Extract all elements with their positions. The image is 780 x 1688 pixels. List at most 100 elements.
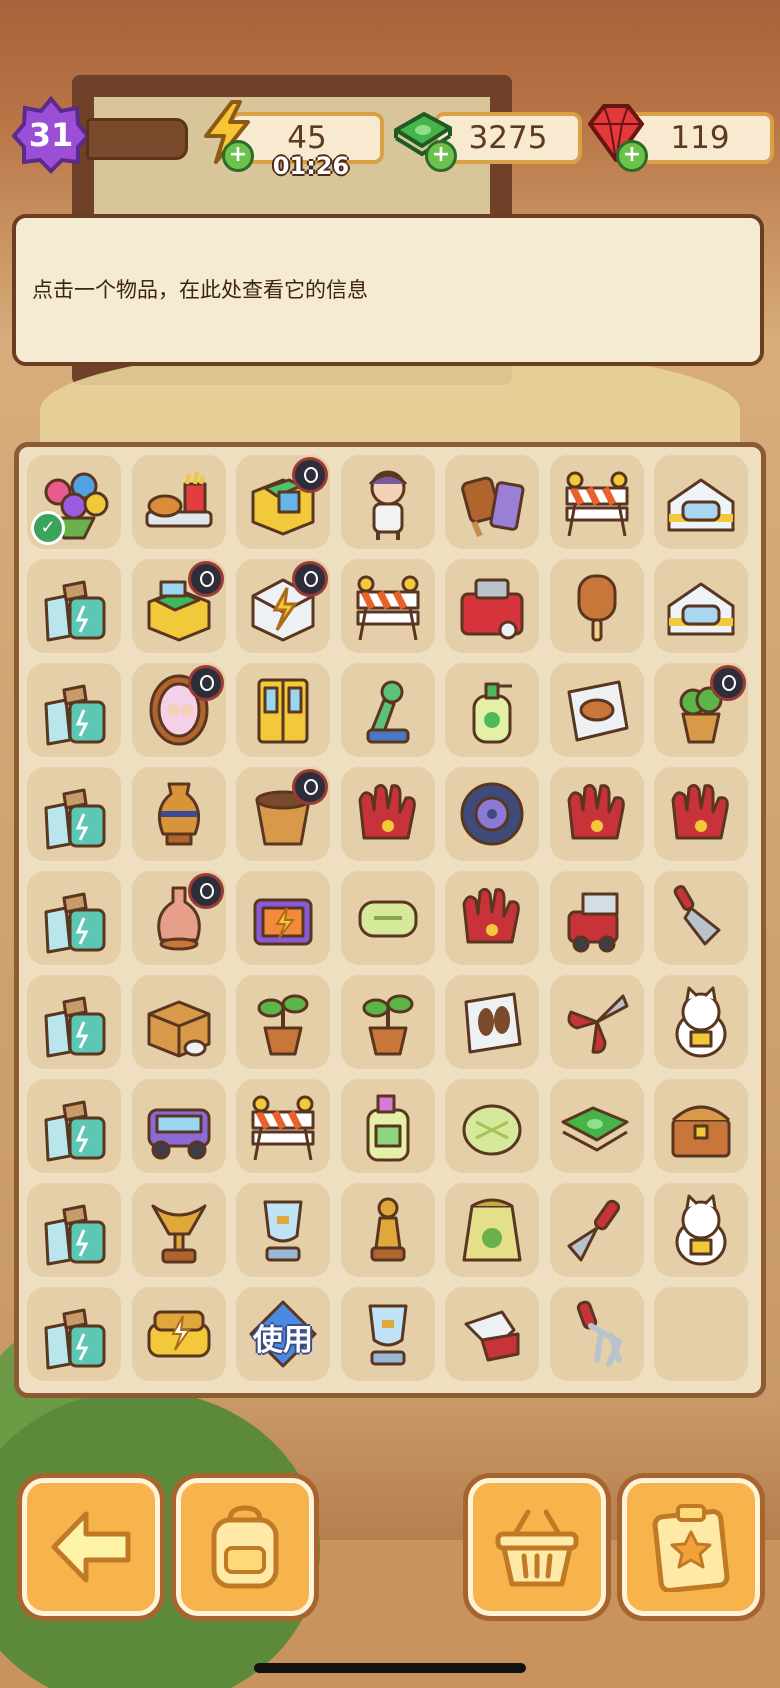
orders-button[interactable] <box>622 1478 760 1616</box>
board-cell[interactable] <box>131 455 226 549</box>
board-cell[interactable] <box>654 559 748 653</box>
board-cell[interactable] <box>654 1079 748 1173</box>
add-cash-button[interactable]: + <box>425 140 457 172</box>
board-cell[interactable] <box>549 1287 644 1381</box>
board-cell[interactable] <box>27 1183 121 1277</box>
star-clipboard-icon <box>652 1504 730 1592</box>
girl-character-icon <box>368 470 407 540</box>
board-cell[interactable] <box>654 663 748 757</box>
board-cell[interactable] <box>549 767 644 861</box>
board-cell[interactable] <box>236 455 330 549</box>
empty-board-cell[interactable] <box>654 1287 748 1381</box>
level-badge[interactable]: 31 <box>12 96 90 174</box>
energy-bottle-box-icon <box>44 892 106 954</box>
board-cell[interactable] <box>445 871 539 965</box>
board-cell[interactable] <box>340 871 435 965</box>
board-cell[interactable] <box>340 767 435 861</box>
board-cell[interactable] <box>131 559 226 653</box>
road-barrier-icon <box>565 471 628 537</box>
energy-bottle-box-icon <box>44 996 106 1058</box>
board-cell[interactable] <box>445 455 539 549</box>
board-cell[interactable] <box>131 1287 226 1381</box>
sprout-pot-icon <box>257 994 309 1056</box>
board-cell[interactable] <box>340 1183 435 1277</box>
cash-stack-icon <box>561 1106 628 1152</box>
board-cell[interactable] <box>654 975 748 1069</box>
board-cell[interactable] <box>236 975 330 1069</box>
melon-bun-icon <box>462 1104 522 1156</box>
board-cell[interactable] <box>445 767 539 861</box>
board-cell[interactable] <box>236 871 330 965</box>
board-cell[interactable] <box>236 559 330 653</box>
board-cell[interactable] <box>445 663 539 757</box>
use-label: 使用 <box>253 1323 313 1358</box>
board-cell[interactable] <box>549 871 644 965</box>
baseball-glove-icon <box>462 887 520 944</box>
board-cell[interactable]: 使用 <box>236 1287 330 1381</box>
back-button[interactable] <box>22 1478 160 1616</box>
board-cell[interactable] <box>654 871 748 965</box>
home-indicator <box>254 1663 526 1673</box>
inventory-bag-button[interactable] <box>176 1478 314 1616</box>
board-cell[interactable] <box>236 1079 330 1173</box>
board-cell[interactable] <box>340 1079 435 1173</box>
board-cell[interactable] <box>27 559 121 653</box>
board-cell[interactable] <box>445 1079 539 1173</box>
board-cell[interactable] <box>654 1183 748 1277</box>
board-cell[interactable] <box>654 767 748 861</box>
board-cell[interactable] <box>549 559 644 653</box>
tire-icon <box>460 782 524 846</box>
energy-bottle-box-icon <box>44 1308 106 1370</box>
board-cell[interactable] <box>445 1287 539 1381</box>
board-cell[interactable] <box>549 663 644 757</box>
board-cell[interactable] <box>340 1287 435 1381</box>
board-cell[interactable] <box>27 1079 121 1173</box>
board-cell[interactable] <box>445 1183 539 1277</box>
board-cell[interactable] <box>131 871 226 965</box>
road-barrier-icon <box>251 1095 315 1161</box>
board-cell[interactable] <box>549 1079 644 1173</box>
board-cell[interactable] <box>340 663 435 757</box>
pruning-shears-icon <box>567 994 628 1054</box>
timer-lock-icon <box>292 561 328 597</box>
board-cell[interactable] <box>27 871 121 965</box>
backpack-icon <box>211 1505 279 1589</box>
trowel-icon <box>567 1199 620 1262</box>
work-gloves-icon <box>464 1310 520 1362</box>
board-cell[interactable] <box>340 455 435 549</box>
board-cell[interactable] <box>445 975 539 1069</box>
board-cell[interactable] <box>27 975 121 1069</box>
energy-sofa-icon <box>147 1310 210 1358</box>
level-number: 31 <box>28 116 74 154</box>
board-cell[interactable] <box>131 975 226 1069</box>
board-cell[interactable] <box>236 767 330 861</box>
board-cell[interactable] <box>131 767 226 861</box>
board-cell[interactable] <box>236 1183 330 1277</box>
board-cell[interactable] <box>131 663 226 757</box>
board-cell[interactable] <box>340 559 435 653</box>
board-cell[interactable]: ✓ <box>27 455 121 549</box>
board-cell[interactable] <box>131 1079 226 1173</box>
board-cell[interactable] <box>27 1287 121 1381</box>
board-cell[interactable] <box>549 455 644 549</box>
board-cell[interactable] <box>445 559 539 653</box>
timer-lock-icon <box>187 561 224 597</box>
checkmark-icon: ✓ <box>31 511 65 545</box>
basket-icon <box>495 1509 579 1587</box>
board-cell[interactable] <box>654 455 748 549</box>
treasure-chest-icon <box>671 1105 731 1158</box>
board-cell[interactable] <box>27 767 121 861</box>
board-cell[interactable] <box>27 663 121 757</box>
board-cell[interactable] <box>131 1183 226 1277</box>
green-figurine-icon <box>366 680 409 744</box>
add-gems-button[interactable]: + <box>616 140 648 172</box>
statue-gold-icon <box>370 1197 405 1262</box>
board-cell[interactable] <box>236 663 330 757</box>
board-cell[interactable] <box>549 1183 644 1277</box>
board-cell[interactable] <box>549 975 644 1069</box>
add-energy-button[interactable]: + <box>222 140 254 172</box>
wardrobe-icon <box>257 678 309 744</box>
item-info-panel: 点击一个物品，在此处查看它的信息 <box>12 214 764 366</box>
sell-basket-button[interactable] <box>468 1478 606 1616</box>
board-cell[interactable] <box>340 975 435 1069</box>
